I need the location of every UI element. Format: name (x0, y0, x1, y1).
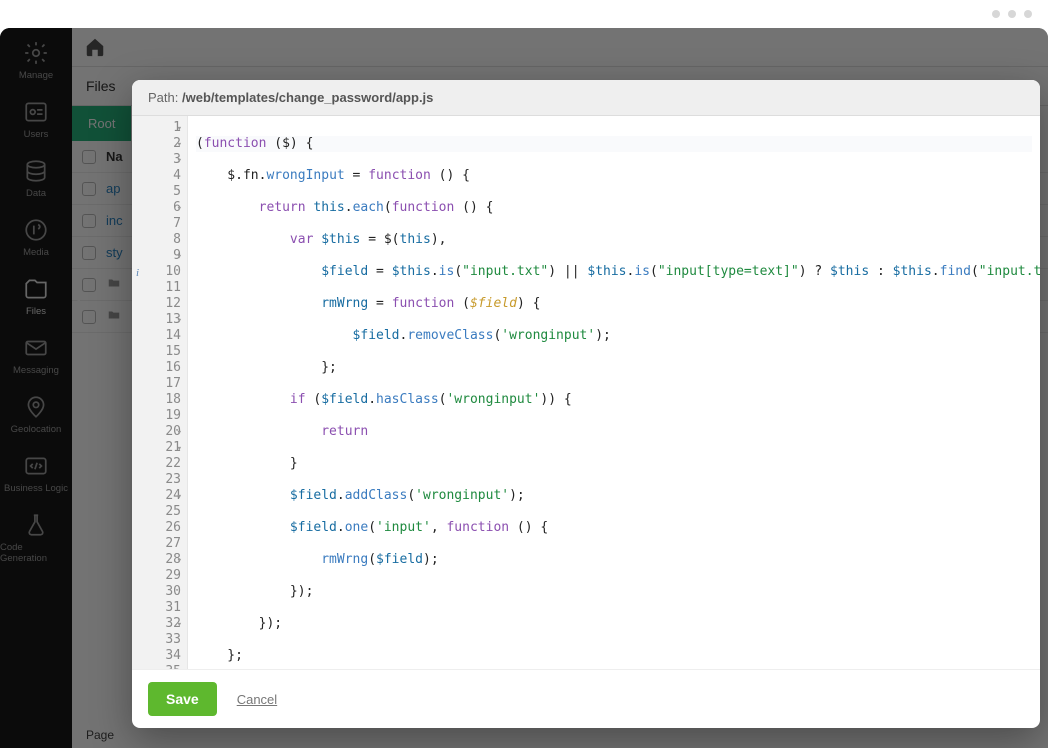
app-shell: Manage Users Data Media (0, 28, 1048, 748)
gutter-line: 15 (132, 344, 181, 360)
sidebar-label: Geolocation (11, 424, 62, 435)
sidebar-item-code-generation[interactable]: Code Generation (0, 506, 72, 570)
sidebar-label: Business Logic (4, 483, 68, 494)
gutter-line: 1 (132, 120, 181, 136)
database-icon (23, 158, 49, 184)
gutter-line: 8 (132, 232, 181, 248)
gutter-line: 25 (132, 504, 181, 520)
path-prefix: Path: (148, 90, 178, 105)
gutter-line: 28 (132, 552, 181, 568)
gutter-line: 22 (132, 456, 181, 472)
file-name[interactable]: sty (106, 245, 123, 260)
code-editor-modal: Path: /web/templates/change_password/app… (132, 80, 1040, 728)
gutter-line: 27 (132, 536, 181, 552)
gutter-line: 29 (132, 568, 181, 584)
sidebar-item-files[interactable]: Files (0, 270, 72, 323)
gutter-line: 9 (132, 248, 181, 264)
sidebar-item-messaging[interactable]: Messaging (0, 329, 72, 382)
gutter-line: 20 (132, 424, 181, 440)
column-header-name[interactable]: Na (106, 149, 123, 164)
pagination: Page (86, 728, 114, 742)
users-icon (23, 99, 49, 125)
sidebar-label: Data (26, 188, 46, 199)
gutter-line: 3 (132, 152, 181, 168)
sidebar-label: Messaging (13, 365, 59, 376)
code-icon (23, 453, 49, 479)
file-name[interactable]: inc (106, 213, 123, 228)
gutter-line: 16 (132, 360, 181, 376)
editor-code-area[interactable]: (function ($) { $.fn.wrongInput = functi… (188, 116, 1040, 669)
gutter-line: 17 (132, 376, 181, 392)
gutter-line: 35 (132, 664, 181, 669)
folder-icon (106, 276, 122, 293)
row-checkbox[interactable] (82, 278, 96, 292)
window-control-dot[interactable] (1008, 10, 1016, 18)
gutter-line: 19 (132, 408, 181, 424)
gutter-line: 10 (132, 264, 181, 280)
sidebar-label: Code Generation (0, 542, 72, 564)
row-checkbox[interactable] (82, 214, 96, 228)
window-control-dot[interactable] (1024, 10, 1032, 18)
gutter-line: 5 (132, 184, 181, 200)
media-icon (23, 217, 49, 243)
sidebar-item-geolocation[interactable]: Geolocation (0, 388, 72, 441)
row-checkbox[interactable] (82, 182, 96, 196)
breadcrumb-root[interactable]: Root (72, 106, 131, 141)
gutter-line: 23 (132, 472, 181, 488)
page-label: Page (86, 728, 114, 742)
gutter-line: 18 (132, 392, 181, 408)
gutter-line: 31 (132, 600, 181, 616)
gutter-line: 33 (132, 632, 181, 648)
sidebar-label: Files (26, 306, 46, 317)
folder-icon (23, 276, 49, 302)
mail-icon (23, 335, 49, 361)
row-checkbox[interactable] (82, 310, 96, 324)
modal-footer: Save Cancel (132, 669, 1040, 728)
row-checkbox[interactable] (82, 246, 96, 260)
select-all-checkbox[interactable] (82, 150, 96, 164)
gutter-line: 12 (132, 296, 181, 312)
explorer-title: Files (72, 78, 130, 94)
gutter-line: 13 (132, 312, 181, 328)
file-path: /web/templates/change_password/app.js (182, 90, 433, 105)
gutter-line: 26 (132, 520, 181, 536)
gutter-line: 21 (132, 440, 181, 456)
sidebar-label: Manage (19, 70, 53, 81)
sidebar-label: Media (23, 247, 49, 258)
window-control-dot[interactable] (992, 10, 1000, 18)
modal-header: Path: /web/templates/change_password/app… (132, 80, 1040, 116)
window-titlebar (0, 0, 1048, 28)
sidebar-item-media[interactable]: Media (0, 211, 72, 264)
pin-icon (23, 394, 49, 420)
gutter-line: 30 (132, 584, 181, 600)
gutter-line: 7 (132, 216, 181, 232)
home-icon[interactable] (84, 36, 106, 58)
gear-icon (23, 40, 49, 66)
flask-icon (23, 512, 49, 538)
sidebar-item-business-logic[interactable]: Business Logic (0, 447, 72, 500)
gutter-line: 14 (132, 328, 181, 344)
file-name[interactable]: ap (106, 181, 120, 196)
folder-icon (106, 308, 122, 325)
gutter-line: 2 (132, 136, 181, 152)
editor-gutter: 1234567891011121314151617181920212223242… (132, 116, 188, 669)
sidebar-label: Users (24, 129, 49, 140)
gutter-line: 4 (132, 168, 181, 184)
gutter-line: 6 (132, 200, 181, 216)
nav-sidebar: Manage Users Data Media (0, 28, 72, 748)
save-button[interactable]: Save (148, 682, 217, 716)
sidebar-item-manage[interactable]: Manage (0, 34, 72, 87)
sidebar-item-users[interactable]: Users (0, 93, 72, 146)
gutter-line: 11 (132, 280, 181, 296)
cancel-button[interactable]: Cancel (237, 692, 277, 707)
gutter-line: 24 (132, 488, 181, 504)
gutter-line: 34 (132, 648, 181, 664)
code-editor[interactable]: 1234567891011121314151617181920212223242… (132, 116, 1040, 669)
gutter-line: 32 (132, 616, 181, 632)
sidebar-item-data[interactable]: Data (0, 152, 72, 205)
